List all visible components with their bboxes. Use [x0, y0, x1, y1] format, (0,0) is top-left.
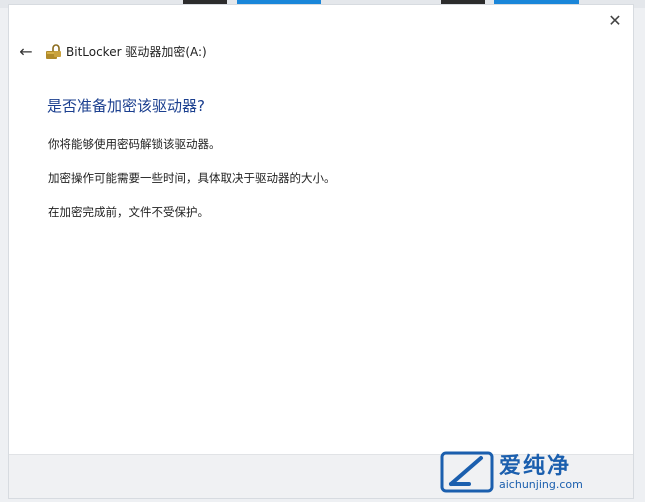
info-text-protection: 在加密完成前，文件不受保护。	[48, 205, 209, 219]
info-text-unlock: 你将能够使用密码解锁该驱动器。	[48, 137, 221, 151]
watermark-url: aichunjing.com	[499, 478, 583, 491]
watermark-brand: 爱纯净	[499, 454, 572, 479]
back-button[interactable]: ←	[15, 41, 37, 63]
window-title: BitLocker 驱动器加密(A:)	[66, 45, 207, 59]
dialog-header: ← BitLocker 驱动器加密(A:)	[9, 41, 633, 63]
close-icon: ✕	[608, 11, 622, 30]
watermark-logo-icon	[440, 451, 494, 493]
close-button[interactable]: ✕	[605, 11, 625, 31]
arrow-left-icon: ←	[19, 42, 33, 61]
bitlocker-drive-icon	[46, 44, 61, 59]
info-text-duration: 加密操作可能需要一些时间，具体取决于驱动器的大小。	[48, 171, 336, 185]
page-heading: 是否准备加密该驱动器?	[47, 97, 205, 115]
bitlocker-dialog: ✕ ← BitLocker 驱动器加密(A:) 是否准备加密该驱动器? 你将能够…	[8, 4, 634, 499]
watermark: 爱纯净 aichunjing.com	[439, 448, 639, 498]
